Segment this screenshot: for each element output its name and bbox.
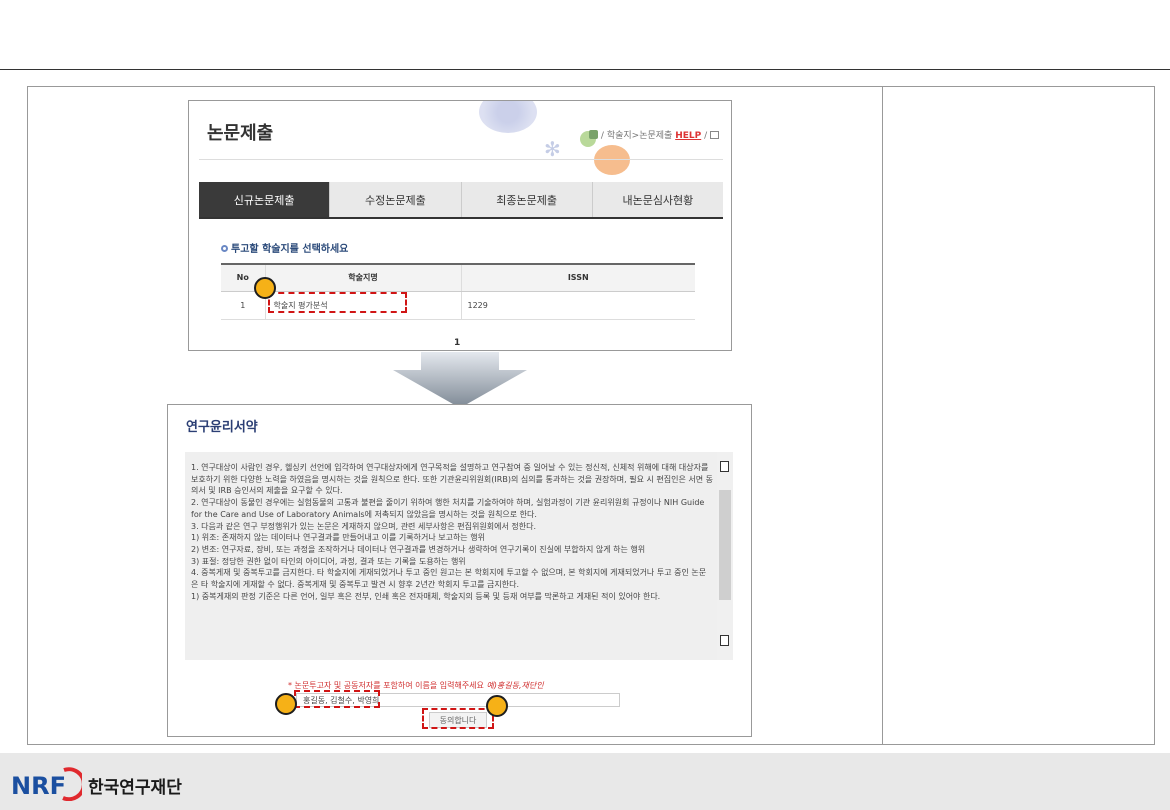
title-divider — [199, 159, 723, 160]
page-title: 논문제출 — [207, 123, 274, 144]
scrollbar[interactable] — [717, 452, 733, 660]
breadcrumb-path[interactable]: 학술지>논문제출 — [607, 131, 673, 141]
header-divider — [0, 69, 1170, 70]
svg-text:NRF: NRF — [11, 772, 66, 800]
down-arrow-icon — [393, 352, 527, 408]
step-marker — [254, 277, 276, 299]
ethics-title: 연구윤리서약 — [186, 420, 258, 435]
step-marker — [275, 693, 297, 715]
tab-final-submission[interactable]: 최종논문제출 — [461, 182, 593, 217]
research-ethics-panel: 연구윤리서약 1. 연구대상이 사람인 경우, 헬싱키 선언에 입각하여 연구대… — [167, 404, 752, 737]
scroll-down-button[interactable] — [720, 635, 729, 646]
ethics-paragraph: 2. 연구대상이 동물인 경우에는 실험동물의 고통과 불편을 줄이기 위하여 … — [191, 498, 705, 519]
ethics-paragraph: 1) 위조: 존재하지 않는 데이터나 연구결과를 만들어내고 이를 기록하거나… — [191, 533, 485, 543]
decorative-circle — [594, 145, 630, 175]
tab-revised-submission[interactable]: 수정논문제출 — [330, 182, 462, 217]
nrf-logo: NRF — [11, 767, 82, 801]
journal-name-highlight — [268, 292, 407, 313]
footer: NRF 한국연구재단 — [0, 753, 1170, 810]
ethics-paragraph: 4. 중복게재 및 중복투고를 금지한다. 타 학술지에 게재되었거나 투고 중… — [191, 568, 707, 590]
scroll-up-button[interactable] — [720, 461, 729, 472]
breadcrumb: / 학술지>논문제출 HELP / — [589, 128, 719, 141]
row-issn: 1229 — [460, 291, 695, 320]
org-name: 한국연구재단 — [88, 778, 182, 798]
submission-tabs: 신규논문제출 수정논문제출 최종논문제출 내논문심사현황 — [199, 182, 723, 219]
ethics-text: 1. 연구대상이 사람인 경우, 헬싱키 선언에 입각하여 연구대상자에게 연구… — [191, 462, 713, 602]
journal-select-heading: 투고할 학술지를 선택하세요 — [221, 240, 348, 255]
tab-new-submission[interactable]: 신규논문제출 — [199, 182, 331, 217]
ethics-paragraph: 3) 표절: 정당한 권한 없이 타인의 아이디어, 과정, 결과 또는 기록을… — [191, 556, 466, 566]
help-link[interactable]: HELP — [675, 131, 701, 141]
pagination-current-page[interactable]: 1 — [454, 338, 460, 348]
ethics-text-area[interactable]: 1. 연구대상이 사람인 경우, 헬싱키 선언에 입각하여 연구대상자에게 연구… — [185, 452, 733, 660]
ethics-paragraph: 2) 변조: 연구자료, 장비, 또는 과정을 조작하거나 데이터나 연구결과를… — [191, 544, 646, 554]
decorative-snowflake-icon: ✻ — [544, 137, 561, 161]
ethics-paragraph: 1) 중복게재의 판정 기준은 다른 언어, 일부 혹은 전부, 인쇄 혹은 전… — [191, 591, 661, 601]
column-header-issn: ISSN — [460, 263, 695, 292]
column-header-journal-name: 학술지명 — [264, 263, 461, 292]
frame-column-divider — [882, 86, 883, 745]
decorative-circle — [479, 101, 537, 133]
agree-button-highlight — [422, 708, 494, 729]
scrollbar-thumb[interactable] — [719, 490, 731, 600]
home-icon[interactable] — [589, 130, 599, 139]
name-input-highlight — [294, 690, 380, 708]
paper-submission-panel: ✻ 논문제출 / 학술지>논문제출 HELP / 신규논문제출 수정논문제출 최… — [188, 100, 732, 351]
tab-my-review-status[interactable]: 내논문심사현황 — [592, 182, 723, 217]
print-icon[interactable] — [710, 131, 719, 139]
step-marker — [486, 695, 508, 717]
ethics-paragraph: 1. 연구대상이 사람인 경우, 헬싱키 선언에 입각하여 연구대상자에게 연구… — [191, 463, 714, 496]
ethics-paragraph: 3. 다음과 같은 연구 부정행위가 있는 논문은 게재하지 않으며, 관련 세… — [191, 521, 536, 531]
bullet-icon — [221, 245, 228, 252]
